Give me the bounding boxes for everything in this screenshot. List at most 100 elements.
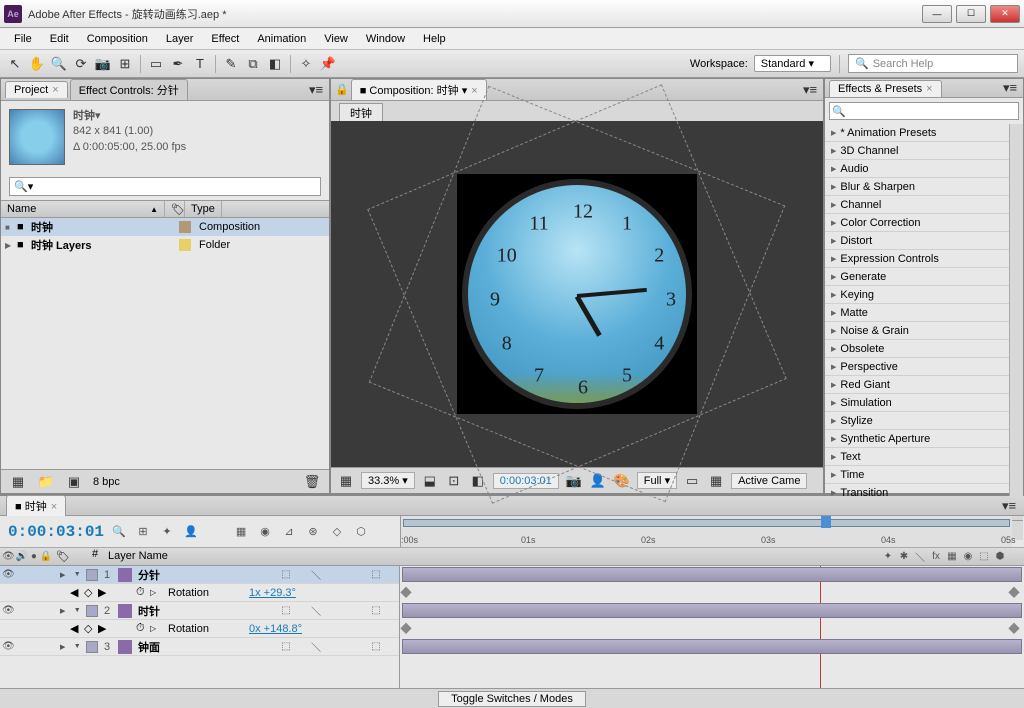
timeline-layer[interactable]: 👁 ▶▼ 1 分针 ⬚＼⬚ — [0, 566, 399, 584]
menu-effect[interactable]: Effect — [203, 31, 247, 47]
roto-tool[interactable]: ✧ — [297, 55, 315, 73]
comp-mini-flowchart-icon[interactable]: ⊞ — [134, 523, 152, 541]
roi-icon[interactable]: ▭ — [683, 472, 701, 490]
rotation-tool[interactable]: ⟳ — [72, 55, 90, 73]
effect-category[interactable]: Matte — [825, 304, 1009, 322]
visibility-header-icon[interactable]: 👁 — [2, 549, 15, 563]
col-label[interactable]: 🏷 — [165, 201, 185, 217]
toggle-switches-button[interactable]: Toggle Switches / Modes — [438, 691, 586, 707]
effect-category[interactable]: 3D Channel — [825, 142, 1009, 160]
graph-icon[interactable]: ⬡ — [352, 523, 370, 541]
camera-select[interactable]: Active Came — [731, 473, 807, 489]
maximize-button[interactable]: ☐ — [956, 5, 986, 23]
effect-category[interactable]: Perspective — [825, 358, 1009, 376]
effect-category[interactable]: Audio — [825, 160, 1009, 178]
new-comp-icon[interactable]: ▣ — [65, 473, 83, 491]
time-ruler[interactable]: :00s01s02s03s04s05s — [400, 516, 1012, 547]
keyframe[interactable] — [400, 623, 411, 634]
layer-bar-2[interactable] — [402, 603, 1022, 618]
menu-file[interactable]: File — [6, 31, 40, 47]
bpc-toggle[interactable]: 8 bpc — [93, 476, 120, 488]
close-button[interactable]: ✕ — [990, 5, 1020, 23]
keyframe[interactable] — [1008, 587, 1019, 598]
col-type[interactable]: Type — [185, 201, 222, 217]
transparency-icon[interactable]: ▦ — [707, 472, 725, 490]
effect-category[interactable]: Synthetic Aperture — [825, 430, 1009, 448]
preview-area[interactable]: 121234567891011 — [331, 121, 823, 467]
res-half-icon[interactable]: ⬓ — [421, 472, 439, 490]
effect-category[interactable]: Distort — [825, 232, 1009, 250]
search-help-input[interactable]: 🔍 Search Help — [848, 54, 1018, 73]
search-layers-icon[interactable]: 🔍 — [110, 523, 128, 541]
work-area-bar[interactable] — [403, 519, 1010, 527]
camera-tool[interactable]: 📷 — [94, 55, 112, 73]
tab-composition[interactable]: ■ Composition: 时钟 ▾× — [351, 79, 487, 100]
hide-shy-icon[interactable]: 👤 — [182, 523, 200, 541]
panel-menu-icon[interactable]: ▾≡ — [801, 81, 819, 99]
panel-menu-icon[interactable]: ▾≡ — [1001, 79, 1019, 97]
auto-keyframe-icon[interactable]: ◇ — [328, 523, 346, 541]
col-name[interactable]: Name▲ — [1, 201, 165, 217]
effect-category[interactable]: Red Giant — [825, 376, 1009, 394]
keyframe[interactable] — [1008, 623, 1019, 634]
effect-category[interactable]: Expression Controls — [825, 250, 1009, 268]
panel-menu-icon[interactable]: ▾≡ — [1000, 497, 1018, 515]
timeline-layer[interactable]: 👁 ▶▼ 2 时针 ⬚＼⬚ — [0, 602, 399, 620]
playhead[interactable] — [821, 516, 831, 528]
effect-category[interactable]: Time — [825, 466, 1009, 484]
tab-effect-controls[interactable]: Effect Controls: 分针 — [70, 79, 188, 100]
minimize-button[interactable]: — — [922, 5, 952, 23]
tab-effects-presets[interactable]: Effects & Presets× — [829, 80, 942, 97]
layer-bar-3[interactable] — [402, 639, 1022, 654]
menu-layer[interactable]: Layer — [158, 31, 202, 47]
effect-category[interactable]: Color Correction — [825, 214, 1009, 232]
effect-category[interactable]: Blur & Sharpen — [825, 178, 1009, 196]
zoom-select[interactable]: 33.3% ▾ — [361, 472, 415, 489]
project-item[interactable]: ▶■时钟 LayersFolder — [1, 236, 329, 254]
snapshot-icon[interactable]: 📷 — [565, 472, 583, 490]
effect-category[interactable]: Stylize — [825, 412, 1009, 430]
effects-scrollbar[interactable] — [1009, 124, 1023, 520]
project-search-input[interactable]: 🔍▾ — [9, 177, 321, 196]
effect-category[interactable]: Noise & Grain — [825, 322, 1009, 340]
property-row[interactable]: ◀◇▶ ⏱▷ Rotation1x +29.3° — [0, 584, 399, 602]
effect-category[interactable]: Text — [825, 448, 1009, 466]
effect-category[interactable]: Generate — [825, 268, 1009, 286]
current-timecode[interactable]: 0:00:03:01 — [8, 523, 104, 541]
menu-composition[interactable]: Composition — [79, 31, 156, 47]
col-index[interactable]: # — [86, 548, 104, 565]
audio-header-icon[interactable]: 🔊 — [16, 549, 28, 563]
brush-tool[interactable]: ✎ — [222, 55, 240, 73]
selection-tool[interactable]: ↖ — [6, 55, 24, 73]
panel-menu-icon[interactable]: ▾≡ — [307, 81, 325, 99]
effect-category[interactable]: Channel — [825, 196, 1009, 214]
motion-blur-icon[interactable]: ◉ — [256, 523, 274, 541]
menu-view[interactable]: View — [316, 31, 356, 47]
pen-tool[interactable]: ✒ — [169, 55, 187, 73]
solo-header-icon[interactable]: ● — [29, 549, 38, 563]
rectangle-tool[interactable]: ▭ — [147, 55, 165, 73]
layer-bar-1[interactable] — [402, 567, 1022, 582]
brainstorm-icon[interactable]: ⊛ — [304, 523, 322, 541]
menu-window[interactable]: Window — [358, 31, 413, 47]
zoom-tool[interactable]: 🔍 — [50, 55, 68, 73]
new-folder-icon[interactable]: 📁 — [37, 473, 55, 491]
effect-category[interactable]: * Animation Presets — [825, 124, 1009, 142]
workspace-select[interactable]: Standard ▾ — [754, 55, 831, 72]
interpret-icon[interactable]: ▦ — [9, 473, 27, 491]
safe-zones-icon[interactable]: ⊡ — [445, 472, 463, 490]
hand-tool[interactable]: ✋ — [28, 55, 46, 73]
timeline-layer[interactable]: 👁 ▶▼ 3 钟面 ⬚＼⬚ — [0, 638, 399, 656]
project-item[interactable]: ■■时钟Composition — [1, 218, 329, 236]
eraser-tool[interactable]: ◧ — [266, 55, 284, 73]
graph-editor-icon[interactable]: ⊿ — [280, 523, 298, 541]
puppet-tool[interactable]: 📌 — [319, 55, 337, 73]
menu-help[interactable]: Help — [415, 31, 454, 47]
clock-layer[interactable]: 121234567891011 — [457, 174, 697, 414]
draft3d-icon[interactable]: ✦ — [158, 523, 176, 541]
keyframe[interactable] — [400, 587, 411, 598]
effect-category[interactable]: Obsolete — [825, 340, 1009, 358]
grid-icon[interactable]: ▦ — [337, 472, 355, 490]
menu-edit[interactable]: Edit — [42, 31, 77, 47]
tab-project[interactable]: Project× — [5, 81, 68, 98]
